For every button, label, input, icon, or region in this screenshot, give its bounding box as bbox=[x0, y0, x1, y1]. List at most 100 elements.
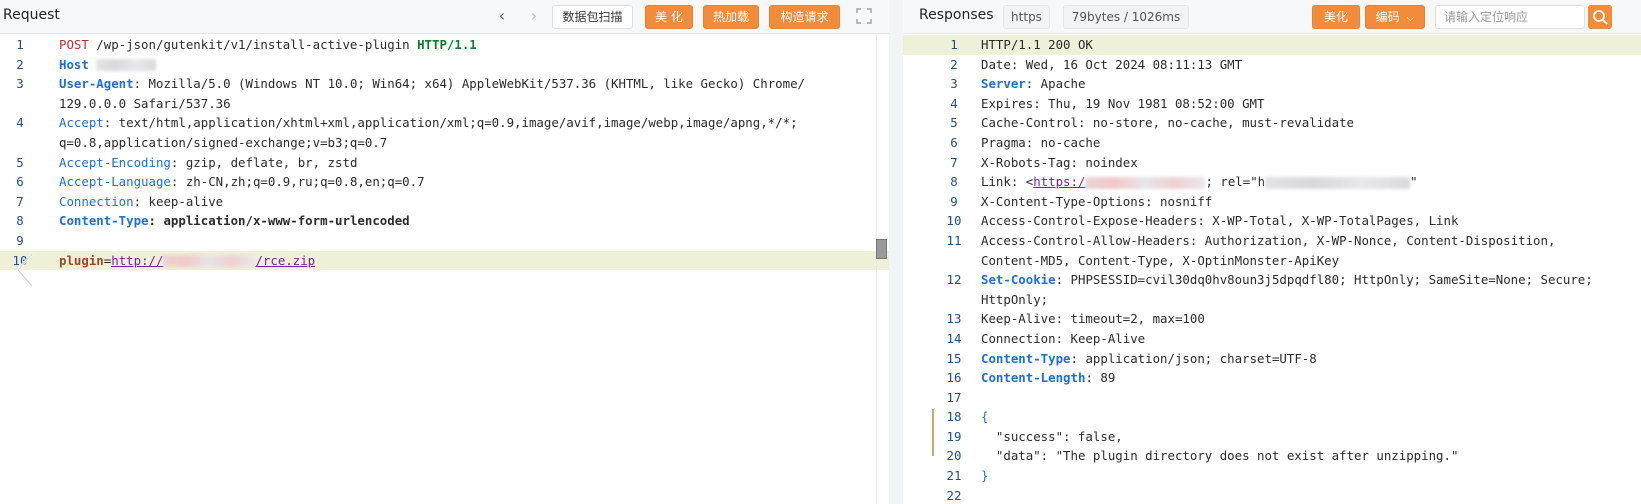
chevron-left-icon[interactable] bbox=[14, 252, 36, 288]
code-line[interactable]: 9 X-Content-Type-Options: nosniff bbox=[903, 192, 1641, 212]
code-token: : zh-CN,zh;q=0.9,ru;q=0.8,en;q=0.7 bbox=[170, 174, 425, 190]
code-line[interactable]: 3 User-Agent: Mozilla/5.0 (Windows NT 10.… bbox=[0, 74, 889, 94]
code-token: X-Content-Type-Options: nosniff bbox=[981, 193, 1213, 209]
code-line[interactable]: 19 "success": false, bbox=[903, 427, 1641, 447]
code-text: Content-Type: application/json; charset=… bbox=[981, 349, 1317, 369]
line-number: 2 bbox=[950, 56, 958, 72]
code-token: plugin bbox=[59, 252, 104, 268]
code-line[interactable]: 18 { bbox=[903, 407, 1641, 427]
chevron-right-icon[interactable]: › bbox=[526, 6, 542, 26]
request-scrollbar[interactable] bbox=[876, 35, 889, 504]
code-token: : gzip, deflate, br, zstd bbox=[170, 154, 358, 170]
code-line[interactable]: 10 Access-Control-Expose-Headers: X-WP-To… bbox=[903, 211, 1641, 231]
code-line[interactable]: 5 Cache-Control: no-store, no-cache, must… bbox=[903, 113, 1641, 133]
line-number: 14 bbox=[946, 330, 962, 346]
code-token: { bbox=[981, 409, 989, 425]
code-token: : keep-alive bbox=[133, 193, 224, 209]
code-text: Keep-Alive: timeout=2, max=100 bbox=[981, 309, 1205, 329]
code-line[interactable]: 3 Server: Apache bbox=[903, 74, 1641, 94]
code-line[interactable]: 12 Set-Cookie: PHPSESSID=cvil30dq0hv8oun3… bbox=[903, 270, 1641, 290]
code-line[interactable]: 6 Accept-Language: zh-CN,zh;q=0.9,ru;q=0.… bbox=[0, 172, 889, 192]
redacted-link-rel bbox=[1265, 176, 1411, 189]
code-token: Keep-Alive: timeout=2, max=100 bbox=[981, 311, 1205, 327]
code-line[interactable]: 6 Pragma: no-cache bbox=[903, 133, 1641, 153]
code-line[interactable]: 7 X-Robots-Tag: noindex bbox=[903, 153, 1641, 173]
code-line[interactable]: 4 Expires: Thu, 19 Nov 1981 08:52:00 GMT bbox=[903, 94, 1641, 114]
request-beautify-button[interactable]: 美 化 bbox=[645, 5, 693, 29]
chevron-down-icon: ⌵ bbox=[1406, 13, 1415, 24]
code-text: Content-Length: 89 bbox=[981, 368, 1115, 388]
line-number: 11 bbox=[946, 232, 962, 248]
response-editor[interactable]: 1 HTTP/1.1 200 OK 2 Date: Wed, 16 Oct 2024 … bbox=[903, 35, 1641, 504]
line-number: 13 bbox=[946, 311, 962, 327]
code-line[interactable]: 15 Content-Type: application/json; charse… bbox=[903, 349, 1641, 369]
code-token: User-Agent bbox=[59, 76, 134, 92]
hot-load-button[interactable]: 热加载 bbox=[703, 5, 759, 29]
code-token: HTTP/1.1 bbox=[417, 37, 477, 52]
link-end: " bbox=[1410, 174, 1418, 190]
line-number: 1 bbox=[16, 37, 24, 52]
code-line[interactable]: 13 Keep-Alive: timeout=2, max=100 bbox=[903, 309, 1641, 329]
expand-icon[interactable] bbox=[855, 7, 873, 25]
code-text: Host bbox=[59, 55, 157, 75]
link-rel: ; rel="h bbox=[1205, 174, 1266, 190]
code-text: Content-MD5, Content-Type, X-OptinMonste… bbox=[981, 251, 1339, 271]
code-line[interactable]: 2 Date: Wed, 16 Oct 2024 08:11:13 GMT bbox=[903, 55, 1641, 75]
line-number: 9 bbox=[16, 232, 24, 248]
code-line[interactable]: 1 HTTP/1.1 200 OK bbox=[903, 35, 1641, 55]
line-number: 7 bbox=[16, 193, 24, 209]
code-token: Date: Wed, 16 Oct 2024 08:11:13 GMT bbox=[981, 56, 1243, 72]
code-token: : application/x-www-form-urlencoded bbox=[148, 213, 410, 229]
bracket-guide bbox=[932, 409, 934, 456]
code-text: User-Agent: Mozilla/5.0 (Windows NT 10.0… bbox=[59, 74, 805, 94]
code-line[interactable]: 14 Connection: Keep-Alive bbox=[903, 329, 1641, 349]
code-line[interactable]: 129.0.0.0 Safari/537.36 bbox=[0, 94, 889, 114]
code-text: Accept: text/html,application/xhtml+xml,… bbox=[59, 113, 798, 133]
encoding-dropdown[interactable]: 编码 ⌵ bbox=[1365, 5, 1425, 29]
code-text: } bbox=[981, 466, 988, 486]
request-editor[interactable]: 1 POST /wp-json/gutenkit/v1/install-activ… bbox=[0, 35, 889, 504]
code-line[interactable]: HttpOnly; bbox=[903, 290, 1641, 310]
code-line[interactable]: 9 bbox=[0, 231, 889, 251]
response-search-input[interactable]: 请输入定位响应 bbox=[1435, 5, 1585, 29]
code-line[interactable]: Content-MD5, Content-Type, X-OptinMonste… bbox=[903, 251, 1641, 271]
code-text: 129.0.0.0 Safari/537.36 bbox=[59, 94, 231, 114]
packet-scan-button[interactable]: 数据包扫描 bbox=[552, 5, 633, 29]
redacted-url bbox=[163, 253, 256, 268]
line-number: 2 bbox=[16, 56, 24, 72]
chevron-left-icon[interactable]: ‹ bbox=[494, 6, 510, 26]
code-line[interactable]: 21} bbox=[903, 466, 1641, 486]
code-line[interactable]: 5 Accept-Encoding: gzip, deflate, br, zst… bbox=[0, 153, 889, 173]
response-beautify-button[interactable]: 美化 bbox=[1312, 5, 1360, 29]
line-number: 1 bbox=[950, 37, 958, 52]
code-token: Connection: Keep-Alive bbox=[981, 330, 1146, 346]
code-line[interactable]: 7 Connection: keep-alive bbox=[0, 192, 889, 212]
code-line[interactable]: 10 plugin=http:///rce.zip bbox=[0, 250, 889, 271]
search-button[interactable] bbox=[1588, 5, 1612, 29]
code-line[interactable]: 2 Host bbox=[0, 55, 889, 75]
protocol-tag: https bbox=[1003, 5, 1050, 29]
code-token: Host bbox=[59, 56, 89, 72]
code-line[interactable]: 22 bbox=[903, 486, 1641, 504]
code-token: Content-Type bbox=[981, 350, 1071, 366]
code-token: "success": false, bbox=[981, 428, 1123, 444]
redacted-host-blur bbox=[163, 255, 256, 268]
code-line[interactable]: 1 POST /wp-json/gutenkit/v1/install-activ… bbox=[0, 35, 889, 55]
request-scroll-thumb[interactable] bbox=[876, 239, 887, 259]
code-token: : PHPSESSID=cvil30dq0hv8oun3j5dpqdfl80; … bbox=[1055, 272, 1593, 288]
code-line[interactable]: 16 Content-Length: 89 bbox=[903, 368, 1641, 388]
code-line[interactable]: 4 Accept: text/html,application/xhtml+xml… bbox=[0, 113, 889, 133]
code-token: /wp-json/gutenkit/v1/install-active-plug… bbox=[88, 37, 418, 52]
code-line[interactable]: 20 "data": "The plugin directory does no… bbox=[903, 446, 1641, 466]
code-line[interactable]: 11 Access-Control-Allow-Headers: Authoriz… bbox=[903, 231, 1641, 251]
code-text: HTTP/1.1 200 OK bbox=[981, 35, 1093, 55]
code-line[interactable]: 17 bbox=[903, 388, 1641, 408]
pane-divider[interactable] bbox=[889, 0, 903, 504]
code-text: POST /wp-json/gutenkit/v1/install-active… bbox=[59, 35, 477, 55]
construct-request-button[interactable]: 构造请求 bbox=[769, 5, 840, 29]
code-line[interactable]: 8 Link: <https:/ ; rel="h " bbox=[903, 172, 1641, 192]
redacted-link bbox=[1085, 176, 1206, 189]
code-text: { bbox=[981, 407, 988, 427]
code-line[interactable]: q=0.8,application/signed-exchange;v=b3;q… bbox=[0, 133, 889, 153]
code-line[interactable]: 8 Content-Type: application/x-www-form-ur… bbox=[0, 211, 889, 231]
